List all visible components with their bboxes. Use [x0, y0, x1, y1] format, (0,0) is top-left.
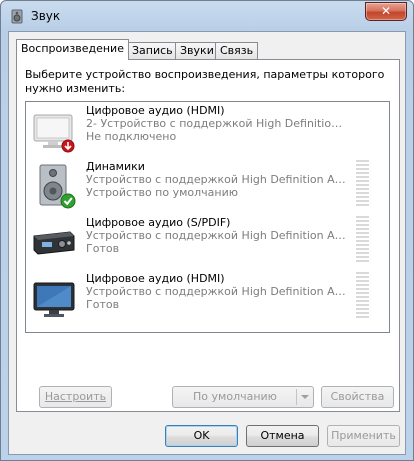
device-name: Цифровое аудио (HDMI): [86, 104, 225, 117]
cancel-button[interactable]: Отмена: [246, 425, 319, 447]
level-meter-segment: [356, 312, 369, 314]
level-meter-segment: [356, 244, 369, 246]
playback-device-list: Цифровое аудио (HDMI) 2- Устройство с по…: [25, 101, 390, 333]
ok-button[interactable]: OK: [165, 425, 238, 447]
properties-button[interactable]: Свойства: [321, 386, 394, 408]
level-meter-segment: [356, 236, 369, 238]
tab-recording[interactable]: Запись: [127, 42, 178, 60]
tab-communications[interactable]: Связь: [215, 42, 259, 60]
level-meter-segment: [356, 272, 369, 274]
device-item-speakers[interactable]: Динамики Устройство с поддержкой High De…: [26, 158, 389, 214]
level-meter-segment: [356, 160, 369, 162]
level-meter-segment: [356, 224, 369, 226]
monitor-disconnected-icon: [33, 114, 75, 153]
speaker-app-icon: [11, 9, 23, 24]
level-meter-segment: [356, 232, 369, 234]
device-description: 2- Устройство с поддержкой High Definiti…: [86, 117, 348, 130]
device-item-spdif[interactable]: Цифровое аудио (S/PDIF) Устройство с под…: [26, 214, 389, 270]
volume-level-meter: [356, 272, 369, 322]
level-meter-segment: [356, 240, 369, 242]
level-meter-segment: [356, 300, 369, 302]
tab-panel-playback: Выберите устройство воспроизведения, пар…: [16, 59, 400, 412]
level-meter-segment: [356, 164, 369, 166]
apply-button-label: Применить: [331, 429, 396, 442]
level-meter-segment: [356, 304, 369, 306]
tab-playback[interactable]: Воспроизведение: [16, 39, 129, 60]
tab-sounds[interactable]: Звуки: [175, 42, 219, 60]
set-default-button[interactable]: По умолчанию: [172, 386, 314, 408]
device-text: Цифровое аудио (HDMI) Устройство с подде…: [86, 272, 348, 311]
device-description: Устройство с поддержкой High Definition …: [86, 285, 348, 298]
level-meter-segment: [356, 168, 369, 170]
level-meter-segment: [356, 280, 369, 282]
device-status: Готов: [86, 298, 120, 311]
level-meter-segment: [356, 276, 369, 278]
level-meter-segment: [356, 172, 369, 174]
device-status: Не подключено: [86, 130, 177, 143]
split-button-separator: [296, 389, 297, 405]
level-meter-segment: [356, 180, 369, 182]
level-meter-segment: [356, 308, 369, 310]
level-meter-segment: [356, 288, 369, 290]
title-bar[interactable]: Звук ✕: [1, 1, 413, 31]
device-status: Готов: [86, 242, 120, 255]
close-icon: ✕: [380, 4, 392, 18]
level-meter-segment: [356, 252, 369, 254]
level-meter-segment: [356, 216, 369, 218]
device-item-hdmi[interactable]: Цифровое аудио (HDMI) Устройство с подде…: [26, 270, 389, 326]
level-meter-segment: [356, 188, 369, 190]
level-meter-segment: [356, 284, 369, 286]
device-text: Цифровое аудио (HDMI) 2- Устройство с по…: [86, 104, 348, 143]
volume-level-meter: [356, 216, 369, 266]
device-name: Цифровое аудио (S/PDIF): [86, 216, 231, 229]
chevron-down-icon[interactable]: [301, 395, 309, 399]
window-title: Звук: [31, 9, 61, 23]
level-meter-segment: [356, 296, 369, 298]
receiver-icon: [33, 231, 75, 255]
level-meter-segment: [356, 220, 369, 222]
device-name: Динамики: [86, 160, 145, 173]
instruction-text: Выберите устройство воспроизведения, пар…: [25, 68, 385, 95]
level-meter-segment: [356, 248, 369, 250]
device-description: Устройство с поддержкой High Definition …: [86, 229, 348, 242]
configure-button[interactable]: Настроить: [39, 386, 112, 408]
level-meter-segment: [356, 192, 369, 194]
set-default-button-label: По умолчанию: [193, 390, 277, 403]
device-text: Динамики Устройство с поддержкой High De…: [86, 160, 348, 199]
properties-button-label: Свойства: [330, 390, 385, 403]
level-meter-segment: [356, 256, 369, 258]
level-meter-segment: [356, 228, 369, 230]
sound-dialog-window: Звук ✕ Воспроизведение Запись Звуки Связ…: [0, 0, 414, 461]
level-meter-segment: [356, 292, 369, 294]
apply-button[interactable]: Применить: [327, 425, 400, 447]
device-item-hdmi-disconnected[interactable]: Цифровое аудио (HDMI) 2- Устройство с по…: [26, 102, 389, 158]
volume-level-meter: [356, 160, 369, 210]
level-meter-segment: [356, 184, 369, 186]
level-meter-segment: [356, 260, 369, 262]
level-meter-segment: [356, 204, 369, 206]
close-button[interactable]: ✕: [365, 2, 407, 21]
device-name: Цифровое аудио (HDMI): [86, 272, 225, 285]
level-meter-segment: [356, 176, 369, 178]
device-description: Устройство с поддержкой High Definition …: [86, 173, 348, 186]
level-meter-segment: [356, 196, 369, 198]
dialog-client-area: Воспроизведение Запись Звуки Связь Выбер…: [8, 31, 406, 455]
level-meter-segment: [356, 316, 369, 318]
speaker-icon: [39, 164, 76, 209]
device-text: Цифровое аудио (S/PDIF) Устройство с под…: [86, 216, 348, 255]
level-meter-segment: [356, 200, 369, 202]
monitor-icon: [33, 282, 75, 317]
configure-button-label: Настроить: [44, 390, 107, 403]
device-status: Устройство по умолчанию: [86, 186, 239, 199]
